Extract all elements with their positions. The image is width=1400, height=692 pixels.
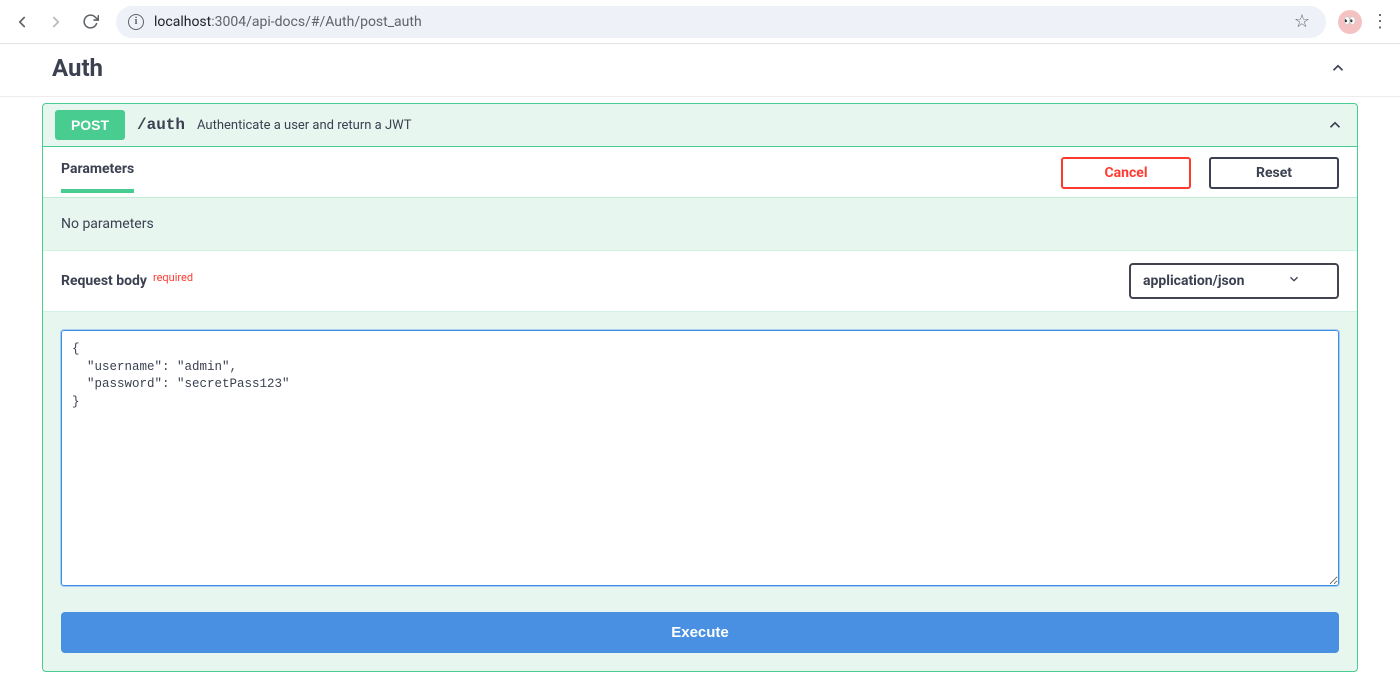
profile-avatar[interactable]: 👀 — [1338, 10, 1362, 34]
execute-button[interactable]: Execute — [61, 612, 1339, 653]
chevron-down-icon — [1287, 272, 1301, 290]
forward-button[interactable] — [42, 8, 70, 36]
parameters-header: Parameters Cancel Reset — [43, 147, 1357, 197]
http-method-badge: POST — [55, 110, 125, 140]
request-body-header: Request body required application/json — [43, 250, 1357, 312]
operation-summary-bar[interactable]: POST /auth Authenticate a user and retur… — [43, 104, 1357, 147]
tag-header[interactable]: Auth — [0, 44, 1400, 97]
no-parameters-text: No parameters — [43, 197, 1357, 250]
url-text: localhost:3004/api-docs/#/Auth/post_auth — [154, 14, 422, 30]
bookmark-star-icon[interactable]: ☆ — [1290, 11, 1314, 32]
back-button[interactable] — [8, 8, 36, 36]
address-bar[interactable]: i localhost:3004/api-docs/#/Auth/post_au… — [116, 6, 1326, 38]
browser-menu-icon[interactable]: ⋮ — [1368, 11, 1392, 32]
operation-collapse-chevron-icon[interactable] — [1325, 115, 1345, 135]
site-info-icon[interactable]: i — [128, 14, 144, 30]
content-type-select[interactable]: application/json — [1129, 263, 1339, 299]
tag-title: Auth — [52, 54, 103, 82]
operation-description: Authenticate a user and return a JWT — [197, 118, 411, 133]
reload-button[interactable] — [76, 8, 104, 36]
cancel-button[interactable]: Cancel — [1061, 157, 1191, 189]
reset-button[interactable]: Reset — [1209, 157, 1339, 189]
operation-block-post-auth: POST /auth Authenticate a user and retur… — [42, 103, 1358, 672]
request-body-label: Request body — [61, 273, 147, 289]
content-type-value: application/json — [1143, 273, 1244, 289]
browser-toolbar: i localhost:3004/api-docs/#/Auth/post_au… — [0, 0, 1400, 44]
request-body-textarea[interactable] — [61, 330, 1339, 586]
parameters-tab[interactable]: Parameters — [61, 161, 134, 193]
required-badge: required — [153, 271, 193, 284]
tag-collapse-chevron-icon[interactable] — [1328, 58, 1348, 78]
operation-path: /auth — [137, 116, 185, 134]
swagger-page: Auth POST /auth Authenticate a user and … — [0, 44, 1400, 692]
